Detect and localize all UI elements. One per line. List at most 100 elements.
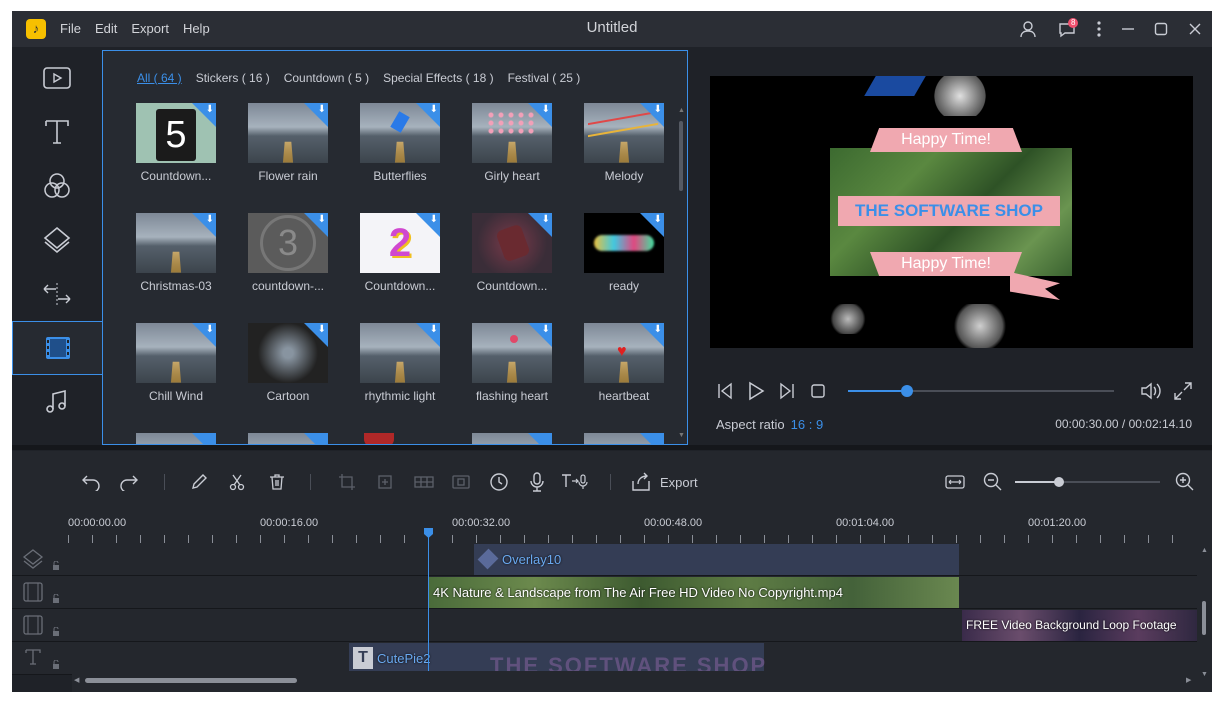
- progress-handle[interactable]: [900, 385, 913, 397]
- lock-icon[interactable]: [52, 561, 60, 571]
- library-item-thumbnail[interactable]: ⬇: [584, 213, 664, 273]
- zoom-in-button[interactable]: [1174, 471, 1196, 493]
- scroll-down-arrow[interactable]: ▼: [678, 432, 685, 439]
- fullscreen-icon[interactable]: [1173, 381, 1193, 401]
- download-badge[interactable]: [304, 433, 328, 444]
- library-item-thumbnail[interactable]: 3 ⬇: [248, 213, 328, 273]
- sidebar-item-media[interactable]: [12, 51, 102, 105]
- mosaic-button[interactable]: [412, 471, 436, 493]
- sidebar-item-music[interactable]: [12, 375, 102, 429]
- video-preview[interactable]: Happy Time! THE SOFTWARE SHOP Happy Time…: [710, 76, 1193, 348]
- library-item-thumbnail[interactable]: ⬇: [360, 103, 440, 163]
- library-item-thumbnail[interactable]: [248, 433, 328, 444]
- menu-export[interactable]: Export: [131, 11, 169, 47]
- duration-button[interactable]: [488, 471, 510, 493]
- scroll-thumb[interactable]: [85, 678, 297, 683]
- library-item-thumbnail[interactable]: ⬇: [584, 103, 664, 163]
- download-badge[interactable]: ⬇: [192, 323, 216, 347]
- scroll-down-arrow[interactable]: ▼: [1201, 671, 1208, 678]
- clip-video[interactable]: 4K Nature & Landscape from The Air Free …: [429, 577, 959, 608]
- export-button[interactable]: Export: [630, 471, 710, 493]
- fit-timeline-button[interactable]: [944, 471, 966, 493]
- maximize-button[interactable]: [1146, 11, 1176, 47]
- download-badge[interactable]: ⬇: [304, 213, 328, 237]
- crop-button[interactable]: [336, 471, 358, 493]
- library-item-thumbnail[interactable]: ♥ ⬇: [584, 323, 664, 383]
- playhead[interactable]: [428, 529, 429, 671]
- tab-countdown[interactable]: Countdown ( 5 ): [284, 71, 369, 85]
- download-badge[interactable]: ⬇: [416, 213, 440, 237]
- scroll-thumb[interactable]: [1202, 601, 1206, 635]
- download-badge[interactable]: ⬇: [416, 103, 440, 127]
- sidebar-item-text[interactable]: [12, 105, 102, 159]
- menu-file[interactable]: File: [60, 11, 81, 47]
- timeline-horizontal-scrollbar[interactable]: ◀ ▶: [72, 671, 1197, 692]
- library-item-thumbnail[interactable]: [136, 433, 216, 444]
- library-item-thumbnail[interactable]: ⬇: [136, 213, 216, 273]
- volume-icon[interactable]: [1140, 381, 1162, 401]
- download-badge[interactable]: [192, 433, 216, 444]
- tab-all[interactable]: All ( 64 ): [137, 71, 182, 85]
- undo-button[interactable]: [80, 471, 102, 493]
- progress-track[interactable]: [848, 385, 1114, 397]
- sidebar-item-overlays[interactable]: [12, 213, 102, 267]
- tab-stickers[interactable]: Stickers ( 16 ): [196, 71, 270, 85]
- timeline-ruler[interactable]: 00:00:00.00 00:00:16.00 00:00:32.00 00:0…: [12, 513, 1212, 543]
- zoom-clip-button[interactable]: [374, 471, 396, 493]
- more-button[interactable]: [1084, 11, 1114, 47]
- freeze-button[interactable]: [450, 471, 472, 493]
- record-voice-button[interactable]: [526, 471, 548, 493]
- close-button[interactable]: [1180, 11, 1210, 47]
- prev-frame-icon[interactable]: [716, 382, 734, 400]
- library-item-thumbnail[interactable]: 2 ⬇: [360, 213, 440, 273]
- lock-icon[interactable]: [52, 627, 60, 637]
- text-to-speech-button[interactable]: [560, 471, 590, 493]
- library-item-thumbnail[interactable]: [472, 433, 552, 444]
- download-badge[interactable]: ⬇: [528, 213, 552, 237]
- minimize-button[interactable]: [1113, 11, 1143, 47]
- account-button[interactable]: [1013, 11, 1043, 47]
- play-icon[interactable]: [746, 381, 766, 401]
- stop-icon[interactable]: [810, 383, 826, 399]
- library-item-thumbnail[interactable]: 5 ⬇: [136, 103, 216, 163]
- zoom-slider-handle[interactable]: [1053, 477, 1064, 487]
- library-item-thumbnail[interactable]: ⬇: [472, 323, 552, 383]
- download-badge[interactable]: ⬇: [416, 323, 440, 347]
- clip-video[interactable]: FREE Video Background Loop Footage: [962, 610, 1197, 641]
- messages-button[interactable]: 8: [1052, 11, 1082, 47]
- timeline-vertical-scrollbar[interactable]: ▲ ▼: [1197, 543, 1212, 692]
- zoom-out-button[interactable]: [982, 471, 1004, 493]
- panel-divider[interactable]: [12, 445, 1212, 450]
- library-item-thumbnail[interactable]: ⬇: [248, 323, 328, 383]
- download-badge[interactable]: [640, 433, 664, 444]
- library-scrollbar[interactable]: [679, 121, 683, 191]
- sidebar-item-transitions[interactable]: [12, 267, 102, 321]
- download-badge[interactable]: ⬇: [192, 213, 216, 237]
- lock-icon[interactable]: [52, 594, 60, 604]
- delete-button[interactable]: [266, 471, 288, 493]
- scroll-left-arrow[interactable]: ◀: [74, 676, 79, 684]
- download-badge[interactable]: ⬇: [640, 103, 664, 127]
- tab-festival[interactable]: Festival ( 25 ): [508, 71, 581, 85]
- download-badge[interactable]: [528, 433, 552, 444]
- aspect-ratio-value[interactable]: 16 : 9: [791, 417, 824, 432]
- tab-special-effects[interactable]: Special Effects ( 18 ): [383, 71, 494, 85]
- library-item-thumbnail[interactable]: ⬇: [472, 103, 552, 163]
- library-item-thumbnail[interactable]: [360, 433, 440, 444]
- sidebar-item-elements[interactable]: [12, 321, 102, 375]
- clip-overlay[interactable]: Overlay10: [474, 544, 959, 575]
- download-badge[interactable]: ⬇: [640, 213, 664, 237]
- library-item-thumbnail[interactable]: ⬇: [472, 213, 552, 273]
- download-badge[interactable]: ⬇: [304, 103, 328, 127]
- download-badge[interactable]: ⬇: [640, 323, 664, 347]
- scroll-up-arrow[interactable]: ▲: [678, 107, 685, 114]
- download-badge[interactable]: ⬇: [192, 103, 216, 127]
- lock-icon[interactable]: [52, 660, 60, 670]
- zoom-slider[interactable]: [1015, 477, 1160, 487]
- redo-button[interactable]: [118, 471, 140, 493]
- download-badge[interactable]: ⬇: [304, 323, 328, 347]
- library-item-thumbnail[interactable]: [584, 433, 664, 444]
- download-badge[interactable]: ⬇: [528, 323, 552, 347]
- menu-edit[interactable]: Edit: [95, 11, 117, 47]
- scroll-right-arrow[interactable]: ▶: [1186, 676, 1191, 684]
